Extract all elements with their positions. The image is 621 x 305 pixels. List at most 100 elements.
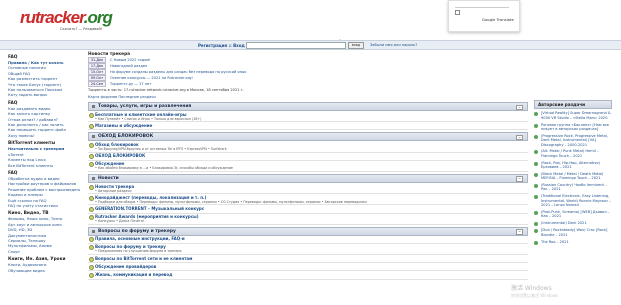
- forum-dot-icon: [89, 123, 94, 129]
- release-bullet-icon: [534, 210, 538, 215]
- news-link[interactable]: Торрентс.ру — 17 лет: [110, 82, 151, 86]
- forgot-password-link[interactable]: Забыли имя или пароль?: [370, 43, 417, 47]
- forum-dot-icon: [89, 112, 94, 118]
- author-release-link[interactable]: The Roo – 2021: [541, 240, 569, 245]
- register-login-link[interactable]: Регистрация :: Вход: [198, 43, 245, 48]
- author-release-link[interactable]: (Alt. Metal / Punk Metal) Hemil – Flamin…: [541, 149, 612, 158]
- forum-status-icon: [88, 184, 95, 193]
- forum-row: Вопросы по BitTorrent сети и ее клиентам: [88, 255, 528, 264]
- collapse-toggle-icon[interactable]: −: [516, 134, 523, 141]
- news-link[interactable]: Новогодний раздел: [110, 64, 147, 68]
- news-link[interactable]: На форуме созданы разделы для раздач без…: [110, 70, 247, 74]
- forum-status-icon: [88, 112, 95, 121]
- sidebar-link[interactable]: Коту задать вопрос: [8, 92, 80, 97]
- collapse-toggle-icon[interactable]: −: [516, 176, 523, 182]
- author-release-link[interactable]: (Post-Punk, Screamo) [WEB] Дьявол – Как …: [541, 210, 612, 219]
- forum-subforums[interactable]: • Предложения по улучшению форума и трек…: [95, 249, 515, 253]
- forum-subforums[interactable]: • Конкурсы • Доска Почёта!: [95, 219, 515, 223]
- forum-row: ОБХОД БЛОКИРОВОК: [88, 153, 528, 161]
- author-release-item[interactable]: (Alt. Metal / Punk Metal) Hemil – Flamin…: [534, 149, 612, 158]
- collapse-toggle-icon[interactable]: −: [516, 229, 523, 235]
- sidebar-link[interactable]: FAQ по учёту статистики: [8, 203, 80, 208]
- author-release-item[interactable]: [Virtual Reality] Super Drearnogrand & 9…: [534, 111, 612, 120]
- forum-row: Rutracker Awards (мероприятия и конкурсы…: [88, 214, 528, 225]
- category-bullet-icon: [92, 135, 95, 139]
- forum-category-header[interactable]: Товары, услуги, игры и развлечения −: [88, 102, 528, 111]
- forum-map-link[interactable]: Карта форумов Последние раздачи: [88, 95, 418, 99]
- sidebar-link[interactable]: Хочу помочь!: [8, 133, 80, 138]
- forum-title-link[interactable]: ОБХОД БЛОКИРОВОК: [95, 153, 145, 158]
- author-release-item[interactable]: (Russian Country) Чалбо Imminent – Рок –…: [534, 183, 612, 192]
- sidebar-link[interactable]: Настройки роутеров и файрволов: [8, 181, 80, 186]
- forum-status-icon: [88, 236, 95, 243]
- forum-subforums[interactable]: • Подборки для обзора • Переводы: фильмы…: [95, 200, 515, 204]
- category-title[interactable]: ОБХОД БЛОКИРОВОК: [98, 134, 153, 139]
- forum-status-icon: [88, 214, 95, 223]
- author-release-item[interactable]: (Traditional Electronic, Easy Listening,…: [534, 194, 612, 207]
- author-release-link[interactable]: (Russian Country) Чалбо Imminent – Рок –…: [541, 183, 612, 192]
- forum-title-link[interactable]: Обсуждение провайдеров: [95, 264, 156, 269]
- forum-row: Жизнь, коммуникация и перевод: [88, 271, 528, 280]
- forum-category-header[interactable]: ОБХОД БЛОКИРОВОК −: [88, 132, 528, 142]
- forum-title-link[interactable]: Жизнь, коммуникация и перевод: [95, 272, 172, 277]
- forum-body: Вопросы по форуму и трекеру • Предложения…: [95, 244, 515, 253]
- forum-title-link[interactable]: GENERATION.TORRENT – Музыкальный конкурс: [95, 206, 204, 211]
- forum-subforums[interactable]: • Авторские раздачи: [95, 189, 515, 193]
- forum-subforums[interactable]: • Tor-браузер/VPN-браузер и от оставных …: [95, 147, 515, 151]
- author-release-link[interactable]: [Dub / Rocksteady] Wav) Crac [Rock] Blon…: [541, 228, 612, 237]
- author-release-link[interactable]: Роговая группа «Бакланз» [Нам все ликует…: [541, 123, 612, 132]
- forum-body: GENERATION.TORRENT – Музыкальный конкурс: [95, 206, 204, 212]
- author-release-item[interactable]: (Rock, Pop, Hip-Hop, Alternative) Ерзови…: [534, 161, 612, 170]
- forum-title-link[interactable]: Магазины и обсуждение: [95, 123, 152, 128]
- category-bullet-icon: [92, 229, 95, 233]
- author-release-link[interactable]: [Virtual Reality] Super Drearnogrand & 9…: [541, 111, 612, 120]
- forum-row: Кинодайджест (переводы, локализация и т.…: [88, 194, 528, 206]
- author-release-link[interactable]: (Black Metal / Metal / Death Metal) MEFI…: [541, 172, 612, 181]
- login-input[interactable]: [246, 42, 346, 49]
- author-release-item[interactable]: (Black Metal / Metal / Death Metal) MEFI…: [534, 172, 612, 181]
- login-button[interactable]: вход: [348, 42, 364, 49]
- forum-subforums[interactable]: • Как Пулемёт • Список и Игры • Только д…: [95, 117, 515, 121]
- author-release-link[interactable]: (Instrumental) Dark 2021: [541, 221, 587, 226]
- author-release-item[interactable]: Роговая группа «Бакланз» [Нам все ликует…: [534, 123, 612, 132]
- forum-dot-icon: [89, 215, 94, 221]
- forum-title-link[interactable]: Правила, основные инструкции, FAQ-и: [95, 236, 185, 241]
- left-sidebar: FAQ Правила / Как тут качать Основные поня…: [8, 52, 80, 273]
- forum-body: Вопросы по BitTorrent сети и ее клиентам: [95, 256, 192, 262]
- forum-subforums[interactable]: • Как обойти блокировку в ...и • Блокиро…: [95, 166, 515, 170]
- forum-row: Обсуждение • Как обойти блокировку в ...и…: [88, 161, 528, 172]
- translate-popup[interactable]: Google Translate: [448, 0, 520, 32]
- forum-category-header[interactable]: Новости −: [88, 173, 528, 183]
- login-bar: Регистрация :: Вход вход Забыли имя или …: [0, 40, 621, 50]
- site-logo[interactable]: rutracker.org: [20, 8, 113, 28]
- author-release-link[interactable]: (Progressive Rock, Progressive Metal, Da…: [541, 134, 612, 147]
- collapse-toggle-icon[interactable]: −: [516, 104, 523, 110]
- checkbox-icon[interactable]: [455, 10, 460, 15]
- author-release-item[interactable]: (Progressive Rock, Progressive Metal, Da…: [534, 134, 612, 147]
- release-bullet-icon: [534, 150, 538, 155]
- news-link[interactable]: Осенние конкурсы — 2021 на Rutracker.org…: [110, 76, 193, 80]
- forum-status-icon: [88, 153, 95, 160]
- author-release-item[interactable]: [Dub / Rocksteady] Wav) Crac [Rock] Blon…: [534, 228, 612, 237]
- forum-status-icon: [88, 244, 95, 253]
- forum-row: Магазины и обсуждение: [88, 122, 528, 131]
- category-title[interactable]: Вопросы по форуму и трекеру: [98, 229, 176, 234]
- author-release-item[interactable]: (Instrumental) Dark 2021: [534, 221, 612, 227]
- category-title[interactable]: Товары, услуги, игры и развлечения: [98, 104, 191, 109]
- author-release-link[interactable]: (Traditional Electronic, Easy Listening,…: [541, 194, 612, 207]
- author-release-item[interactable]: (Post-Punk, Screamo) [WEB] Дьявол – Как …: [534, 210, 612, 219]
- author-release-item[interactable]: The Roo – 2021: [534, 240, 612, 245]
- news-link[interactable]: С Новым 2022 годом!: [110, 58, 151, 62]
- sidebar-link[interactable]: Обучающее видео: [8, 268, 80, 273]
- sidebar-link[interactable]: Все BitTorrent клиенты: [8, 163, 80, 168]
- forum-title-link[interactable]: Вопросы по BitTorrent сети и ее клиентам: [95, 256, 192, 261]
- windows-activation-hint: 转到设置以激活 Windows: [511, 293, 559, 298]
- forum-category-header[interactable]: Вопросы по форуму и трекеру −: [88, 226, 528, 236]
- category-title[interactable]: Новости: [98, 176, 119, 181]
- forum-status-icon: [88, 161, 95, 170]
- author-release-link[interactable]: (Rock, Pop, Hip-Hop, Alternative) Ерзови…: [541, 161, 612, 170]
- forum-list: Товары, услуги, игры и развлечения − Беспл…: [88, 100, 528, 280]
- sidebar-link[interactable]: Спорт: [8, 249, 80, 254]
- release-bullet-icon: [534, 161, 538, 166]
- google-translate-label: Google Translate: [482, 17, 514, 22]
